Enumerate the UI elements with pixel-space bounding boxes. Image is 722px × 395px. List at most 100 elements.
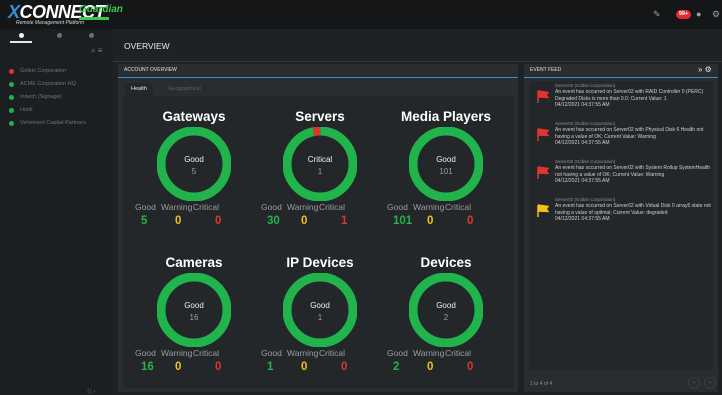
stat-value-warning[interactable]: 0 (301, 215, 307, 227)
site-label: Hooli (20, 107, 33, 113)
stat-label-critical: Critical (193, 348, 219, 358)
donut-status-text: Good (184, 155, 204, 164)
settings-gear-icon[interactable]: ⚙ (712, 9, 720, 19)
stat-label-good: Good (135, 348, 156, 358)
donut-total-count: 101 (439, 167, 453, 176)
donut-total-count: 16 (189, 313, 199, 322)
event-timestamp: 04/12/2021 04:37:55 AM (555, 216, 610, 222)
tile-title: IP Devices (286, 255, 354, 270)
tile-title: Gateways (162, 109, 226, 124)
device-tile[interactable]: Cameras Good 16 Good 16 Warning 0 Critical 0 (135, 242, 253, 382)
flag-icon (537, 90, 549, 103)
status-donut (409, 127, 483, 201)
event-source: Server02 (Golbin Corporation) (555, 197, 616, 202)
site-label: Vehement Capital Partners (20, 120, 86, 126)
tab-geographical[interactable]: Geographical (168, 83, 201, 96)
panel-header: ACCOUNT OVERVIEW (118, 64, 518, 78)
sidebar-site-item[interactable]: Hooli (0, 104, 113, 117)
device-tile[interactable]: Devices Good 2 Good 2 Warning 0 Critical 0 (387, 242, 505, 382)
sidebar-tabs (0, 31, 113, 43)
stat-value-critical[interactable]: 1 (341, 215, 347, 227)
stat-value-good[interactable]: 1 (267, 361, 273, 373)
sidebar: ⌕ ≡ Golbin Corporation ACME Corporation H… (0, 29, 113, 395)
status-donut (283, 127, 357, 201)
device-tile[interactable]: Media Players Good 101 Good 101 Warning 0 Criti… (387, 96, 505, 236)
event-item[interactable]: Server02 (Golbin Corporation) An event ha… (529, 157, 713, 195)
stat-value-good[interactable]: 101 (393, 215, 412, 227)
stat-label-good: Good (261, 348, 282, 358)
feed-title: EVENT FEED (530, 67, 562, 73)
device-tile[interactable]: IP Devices Good 1 Good 1 Warning 0 Critical 0 (261, 242, 379, 382)
feed-expand-icon[interactable]: » ⚙ (698, 65, 712, 74)
event-item[interactable]: Server02 (Golbin Corporation) An event ha… (529, 81, 713, 119)
stat-value-warning[interactable]: 0 (175, 361, 181, 373)
donut-status-text: Good (310, 301, 330, 310)
health-tiles: Gateways Good 5 Good 5 Warning 0 Critical 0 Serve… (123, 96, 514, 388)
donut-total-count: 1 (317, 167, 323, 176)
sidebar-site-item[interactable]: ACME Corporation HQ (0, 78, 113, 91)
event-message: An event has occurred on Server02 with S… (555, 165, 711, 185)
device-tile[interactable]: Gateways Good 5 Good 5 Warning 0 Critical 0 (135, 96, 253, 236)
stat-value-critical[interactable]: 0 (215, 215, 221, 227)
site-label: ACME Corporation HQ (20, 81, 76, 87)
title-divider (113, 61, 722, 62)
event-item[interactable]: Server02 (Golbin Corporation) An event ha… (529, 119, 713, 157)
site-status-dot (9, 82, 14, 87)
stat-value-warning[interactable]: 0 (427, 215, 433, 227)
event-message-text: An event has occurred on Server02 with V… (555, 203, 711, 216)
sidebar-site-item[interactable]: Initech (Signage) (0, 91, 113, 104)
main-content: OVERVIEW ACCOUNT OVERVIEW Health Geograp… (113, 29, 722, 395)
feed-next-button[interactable]: › (704, 377, 716, 389)
sidebar-tab-sites[interactable] (19, 33, 24, 38)
collapse-sidebar-icon[interactable]: ⟨⟨ › (87, 388, 95, 395)
active-tab-indicator (10, 41, 32, 43)
account-overview-panel: ACCOUNT OVERVIEW Health Geographical Gat… (118, 64, 518, 392)
event-list: Server02 (Golbin Corporation) An event ha… (529, 81, 713, 370)
site-status-dot (9, 95, 14, 100)
sidebar-tab-favorites[interactable] (57, 33, 62, 38)
sidebar-site-item[interactable]: Vehement Capital Partners (0, 117, 113, 130)
sidebar-search-icon[interactable]: ⌕ ≡ (91, 46, 102, 56)
pencil-icon[interactable]: ✎ (653, 9, 661, 19)
flag-icon (537, 204, 549, 217)
notifications-badge[interactable]: 99+ (676, 10, 691, 19)
donut-status-text: Good (436, 301, 456, 310)
stat-value-good[interactable]: 5 (141, 215, 147, 227)
status-donut (157, 273, 231, 347)
stat-value-critical[interactable]: 0 (341, 361, 347, 373)
connect-guardian-logo[interactable]: XCONNECT Guardian Remote Management Plat… (8, 3, 133, 27)
event-item[interactable]: Server02 (Golbin Corporation) An event ha… (529, 195, 713, 233)
stat-value-good[interactable]: 16 (141, 361, 154, 373)
event-source: Server02 (Golbin Corporation) (555, 121, 616, 126)
donut-total-count: 5 (191, 167, 197, 176)
page-title: OVERVIEW (124, 41, 170, 51)
feed-pagination-label: 1 to 4 of 4 (530, 381, 553, 387)
help-icon[interactable]: ● (696, 9, 701, 19)
feed-header: EVENT FEED » ⚙ (524, 64, 718, 78)
stat-label-critical: Critical (445, 348, 471, 358)
stat-value-good[interactable]: 2 (393, 361, 399, 373)
donut-segment-good (409, 127, 483, 201)
stat-value-warning[interactable]: 0 (301, 361, 307, 373)
donut-status-text: Good (184, 301, 204, 310)
sidebar-tab-settings[interactable] (89, 33, 94, 38)
stat-value-critical[interactable]: 0 (467, 361, 473, 373)
site-label: Golbin Corporation (20, 68, 67, 74)
stat-value-critical[interactable]: 0 (215, 361, 221, 373)
stat-value-warning[interactable]: 0 (427, 361, 433, 373)
event-message: An event has occurred on Server02 with R… (555, 89, 711, 109)
stat-label-critical: Critical (319, 202, 345, 212)
donut-segment-good (157, 273, 231, 347)
event-message: An event has occurred on Server02 with P… (555, 127, 711, 147)
donut-status-text: Critical (307, 155, 333, 164)
stat-value-good[interactable]: 30 (267, 215, 280, 227)
stat-value-warning[interactable]: 0 (175, 215, 181, 227)
sidebar-site-item[interactable]: Golbin Corporation (0, 65, 113, 78)
tab-health[interactable]: Health (125, 83, 153, 96)
stat-value-critical[interactable]: 0 (467, 215, 473, 227)
feed-prev-button[interactable]: ‹ (688, 377, 700, 389)
stat-label-good: Good (135, 202, 156, 212)
device-tile[interactable]: Servers Critical 1 Good 30 Warning 0 Critical 1 (261, 96, 379, 236)
event-timestamp: 04/12/2021 04:37:55 AM (555, 140, 610, 146)
stat-label-warning: Warning (287, 348, 319, 358)
